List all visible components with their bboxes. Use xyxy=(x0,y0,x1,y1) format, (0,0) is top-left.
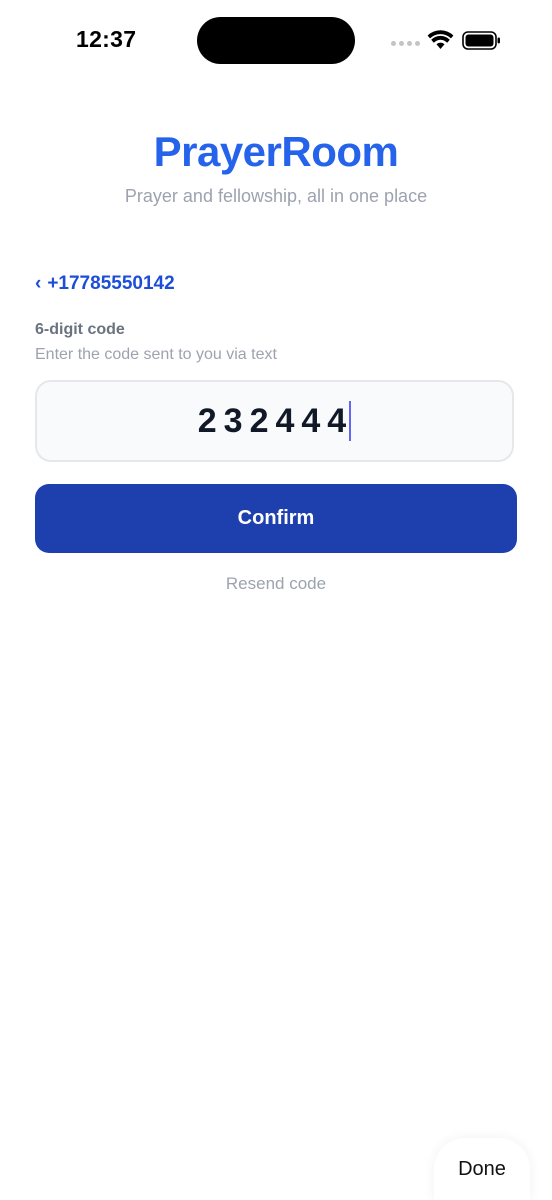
battery-icon xyxy=(462,31,500,50)
wifi-icon xyxy=(427,30,454,49)
app-title: PrayerRoom xyxy=(153,128,399,175)
text-caret xyxy=(349,401,352,441)
signal-icon xyxy=(391,41,420,46)
code-field-hint: Enter the code sent to you via text xyxy=(35,346,277,363)
chevron-left-icon: ‹ xyxy=(35,273,42,294)
app-subtitle: Prayer and fellowship, all in one place xyxy=(124,186,428,206)
resend-code-link[interactable]: Resend code xyxy=(0,574,552,594)
verification-screen: 12:37 PrayerRoom Prayer and fellowship, … xyxy=(0,0,552,1200)
dynamic-island xyxy=(197,17,355,64)
back-to-phone-link[interactable]: ‹ +17785550142 xyxy=(35,273,175,295)
done-button[interactable]: Done xyxy=(434,1138,530,1200)
confirm-button[interactable]: Confirm xyxy=(35,484,517,553)
code-field-label: 6-digit code xyxy=(35,321,125,338)
phone-number: +17785550142 xyxy=(47,273,175,294)
code-value: 232444 xyxy=(197,401,354,440)
verification-code-input[interactable]: 232444 xyxy=(35,380,514,462)
status-time: 12:37 xyxy=(76,26,137,52)
